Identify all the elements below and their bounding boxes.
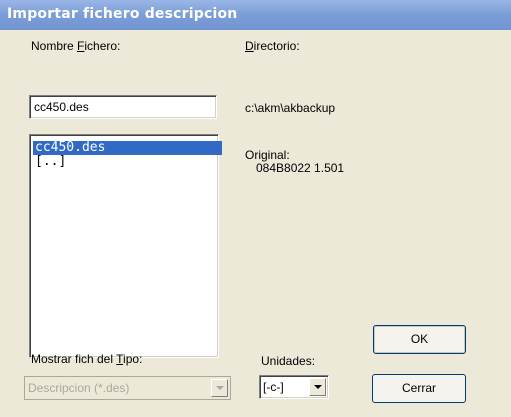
original-label: Original: [245, 148, 290, 162]
drive-select[interactable]: [-c-] [259, 375, 329, 399]
units-label: Unidades: [261, 354, 316, 368]
file-type-select[interactable]: Descripcion (*.des) [24, 376, 231, 400]
directory-label: Directorio: [245, 39, 300, 53]
window-title: Importar fichero descripcion [7, 6, 238, 22]
chevron-down-icon[interactable] [211, 379, 228, 397]
file-type-select-value: Descripcion (*.des) [28, 381, 130, 395]
directory-path: c:\akm\akbackup [245, 101, 336, 115]
ok-button[interactable]: OK [373, 325, 466, 354]
chevron-down-icon[interactable] [309, 378, 326, 396]
file-type-label: Mostrar fich del Tipo: [31, 352, 143, 366]
filename-input[interactable]: cc450.des [29, 95, 217, 119]
cerrar-button-label: Cerrar [401, 381, 436, 395]
title-bar[interactable]: Importar fichero descripcion [0, 0, 511, 30]
list-item[interactable]: cc450.des [33, 141, 222, 155]
dialog-body: Nombre Fichero: Directorio: cc450.des c:… [0, 30, 511, 417]
cerrar-button[interactable]: Cerrar [372, 374, 466, 403]
original-value: 084B8022 1.501 [256, 161, 345, 175]
filename-label: Nombre Fichero: [31, 39, 121, 53]
list-item[interactable]: [..] [33, 155, 68, 169]
ok-button-label: OK [410, 332, 429, 346]
drive-select-value: [-c-] [263, 380, 284, 394]
filename-input-value: cc450.des [34, 100, 89, 114]
file-list[interactable]: cc450.des [..] [29, 134, 222, 358]
